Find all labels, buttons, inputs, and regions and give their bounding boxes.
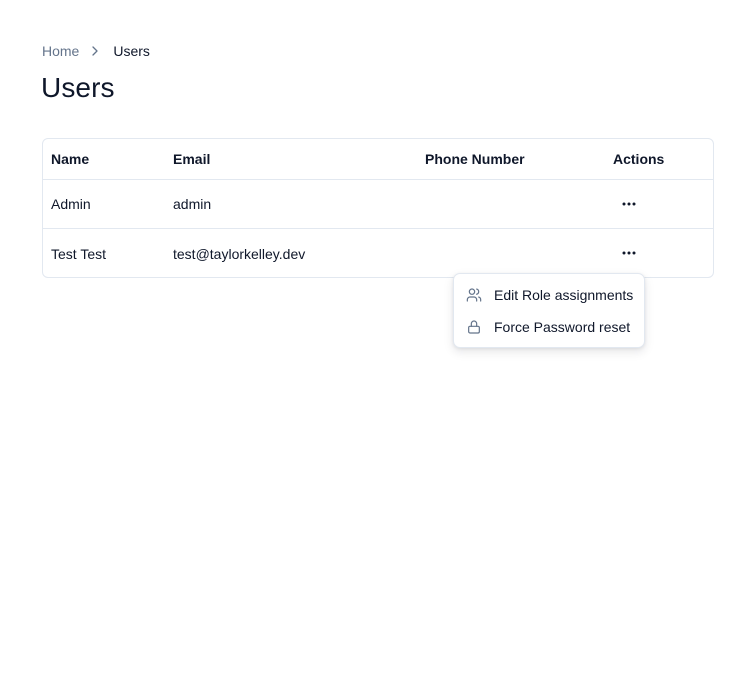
page-title: Users (41, 72, 115, 103)
table-row: Test Test test@taylorkelley.dev (43, 229, 713, 277)
user-email-cell: admin (173, 196, 212, 212)
menu-item-force-password-reset[interactable]: Force Password reset (458, 311, 640, 343)
menu-item-edit-role-assignments[interactable]: Edit Role assignments (458, 279, 640, 311)
more-horizontal-icon (622, 251, 636, 255)
menu-item-label: Force Password reset (494, 319, 631, 335)
column-header-phone-number: Phone Number (425, 151, 525, 167)
row-actions-button[interactable] (617, 192, 641, 216)
breadcrumb-current: Users (113, 43, 150, 59)
chevron-right-icon (91, 46, 99, 56)
table-row: Admin admin (43, 180, 713, 229)
row-actions-button[interactable] (617, 241, 641, 265)
more-horizontal-icon (622, 202, 636, 206)
menu-item-label: Edit Role assignments (494, 287, 634, 303)
column-header-email: Email (173, 151, 211, 167)
breadcrumb-home-link[interactable]: Home (42, 43, 79, 59)
users-table: Name Email Phone Number Actions Admin ad… (42, 138, 714, 278)
breadcrumb: Home Users (42, 43, 150, 59)
column-header-actions: Actions (613, 151, 665, 167)
user-name-cell: Test Test (51, 245, 106, 262)
row-actions-menu: Edit Role assignments Force Password res… (453, 273, 645, 348)
user-name-cell: Admin (51, 196, 91, 212)
lock-icon (466, 319, 482, 335)
table-header-row: Name Email Phone Number Actions (43, 139, 713, 180)
user-email-cell: test@taylorkelley.dev (173, 245, 306, 262)
users-icon (466, 287, 482, 303)
column-header-name: Name (51, 151, 90, 167)
